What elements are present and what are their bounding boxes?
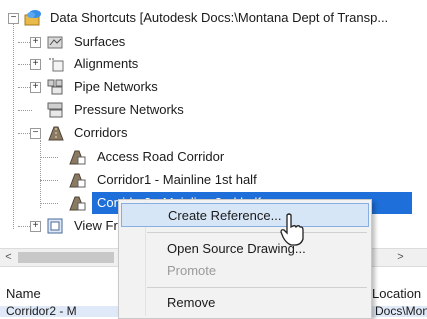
- context-menu: Create Reference... Open Source Drawing.…: [118, 199, 372, 319]
- menu-item-promote: Promote: [121, 259, 369, 283]
- menu-item-label: Promote: [167, 263, 217, 278]
- scroll-left-arrow-icon[interactable]: <: [0, 249, 17, 266]
- corridor-reference-icon: [69, 150, 86, 165]
- menu-item-open-source-drawing[interactable]: Open Source Drawing...: [121, 237, 369, 261]
- column-header-location[interactable]: Location: [372, 286, 421, 301]
- row-location-cell: Docs\Mon: [375, 306, 427, 317]
- corridors-folder-icon: [48, 126, 64, 141]
- tree-item-corridor[interactable]: Access Road Corridor: [0, 146, 300, 168]
- menu-item-remove[interactable]: Remove: [121, 291, 369, 315]
- menu-separator: [147, 287, 367, 288]
- pipe-networks-folder-icon: [47, 79, 63, 95]
- row-name-cell: Corridor2 - M: [6, 306, 77, 317]
- tree-item-label: View Fr: [74, 218, 118, 233]
- menu-separator: [147, 232, 367, 233]
- menu-item-label: Create Reference...: [168, 208, 282, 223]
- expand-icon[interactable]: +: [30, 221, 41, 232]
- tree-item-surfaces[interactable]: + Surfaces: [0, 31, 300, 53]
- hand-pointer-cursor-icon: [280, 213, 304, 246]
- cloud-folder-icon: [24, 10, 41, 26]
- menu-item-label: Remove: [167, 295, 216, 310]
- tree-item-label: Corridor1 - Mainline 1st half: [97, 172, 257, 187]
- corridor-reference-icon: [69, 173, 86, 188]
- alignments-folder-icon: [49, 58, 64, 72]
- column-header-name[interactable]: Name: [6, 286, 41, 301]
- tree-item-label: Corridors: [74, 125, 128, 140]
- tree-item-view-frames[interactable]: + View Fr: [0, 215, 120, 237]
- tree-item-pressure-networks[interactable]: Pressure Networks: [0, 99, 300, 121]
- tree-item-pipe-networks[interactable]: + Pipe Networks: [0, 76, 300, 98]
- scroll-right-arrow-icon[interactable]: >: [392, 249, 409, 266]
- pressure-networks-folder-icon: [47, 102, 63, 118]
- scrollbar-thumb[interactable]: [18, 252, 114, 263]
- menu-item-create-reference[interactable]: Create Reference...: [121, 203, 369, 227]
- tree-item-label: Alignments: [74, 56, 139, 71]
- expand-icon[interactable]: +: [30, 37, 41, 48]
- tree-item-corridors[interactable]: − Corridors: [0, 122, 300, 144]
- expand-icon[interactable]: +: [30, 82, 41, 93]
- view-frames-folder-icon: [47, 218, 63, 234]
- tree-item-corridor[interactable]: Corridor1 - Mainline 1st half: [0, 169, 300, 191]
- tree-item-label: Surfaces: [74, 34, 126, 49]
- tree-item-label: Access Road Corridor: [97, 149, 225, 164]
- tree-item-label: Pipe Networks: [74, 79, 158, 94]
- surfaces-folder-icon: [47, 36, 63, 49]
- tree-root-data-shortcuts[interactable]: − Data Shortcuts [Autodesk Docs:\Montana…: [0, 7, 427, 29]
- collapse-icon[interactable]: −: [8, 13, 19, 24]
- corridor-reference-icon: [69, 196, 86, 211]
- tree-item-alignments[interactable]: + Alignments: [0, 53, 300, 75]
- expand-icon[interactable]: +: [30, 59, 41, 70]
- tree-root-label: Data Shortcuts [Autodesk Docs:\Montana D…: [50, 10, 389, 25]
- tree-item-label: Pressure Networks: [74, 102, 184, 117]
- collapse-icon[interactable]: −: [30, 128, 41, 139]
